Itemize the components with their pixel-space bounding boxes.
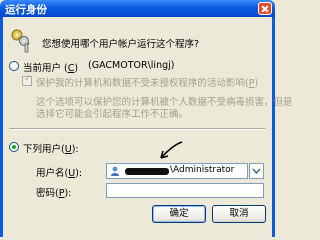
- protect-label[interactable]: 保护我的计算机和数据不受未授权程序的活动影响(P): [36, 75, 258, 89]
- protect-description-line2: 选择它可能会引起程序工作不正确。: [36, 109, 189, 120]
- current-user-label[interactable]: 当前用户 (C): [23, 60, 78, 74]
- following-user-label[interactable]: 下列用户(U):: [23, 141, 79, 155]
- password-label: 密码(P):: [36, 188, 72, 199]
- checkmark-icon: ✓: [24, 74, 32, 84]
- username-value: \Administrator: [170, 165, 235, 175]
- question-text: 您想使用哪个用户帐户运行这个程序?: [42, 39, 200, 50]
- following-user-radio[interactable]: [9, 142, 19, 152]
- username-combobox[interactable]: \Administrator: [106, 163, 248, 179]
- current-user-account: (GACMOTOR\lingj): [88, 60, 175, 71]
- cancel-button[interactable]: 取消: [212, 205, 266, 223]
- protect-checkbox[interactable]: ✓: [22, 74, 32, 86]
- password-input[interactable]: [106, 183, 264, 198]
- username-label: 用户名(U):: [36, 168, 83, 179]
- window-title: 运行身份: [5, 4, 47, 16]
- divider: [9, 128, 265, 130]
- title-bar[interactable]: 运行身份: [0, 0, 275, 17]
- close-button[interactable]: [258, 2, 272, 15]
- chevron-down-icon: [252, 168, 261, 175]
- keys-icon: [11, 29, 30, 53]
- window-frame-left: [0, 17, 3, 237]
- current-user-radio[interactable]: [9, 61, 19, 71]
- annotation-arrow-icon: [160, 141, 183, 159]
- redacted-domain: [125, 168, 169, 175]
- window-frame-right: [272, 17, 275, 237]
- browse-users-button[interactable]: [249, 163, 264, 179]
- user-icon: [111, 166, 119, 176]
- ok-button[interactable]: 确定: [152, 205, 206, 223]
